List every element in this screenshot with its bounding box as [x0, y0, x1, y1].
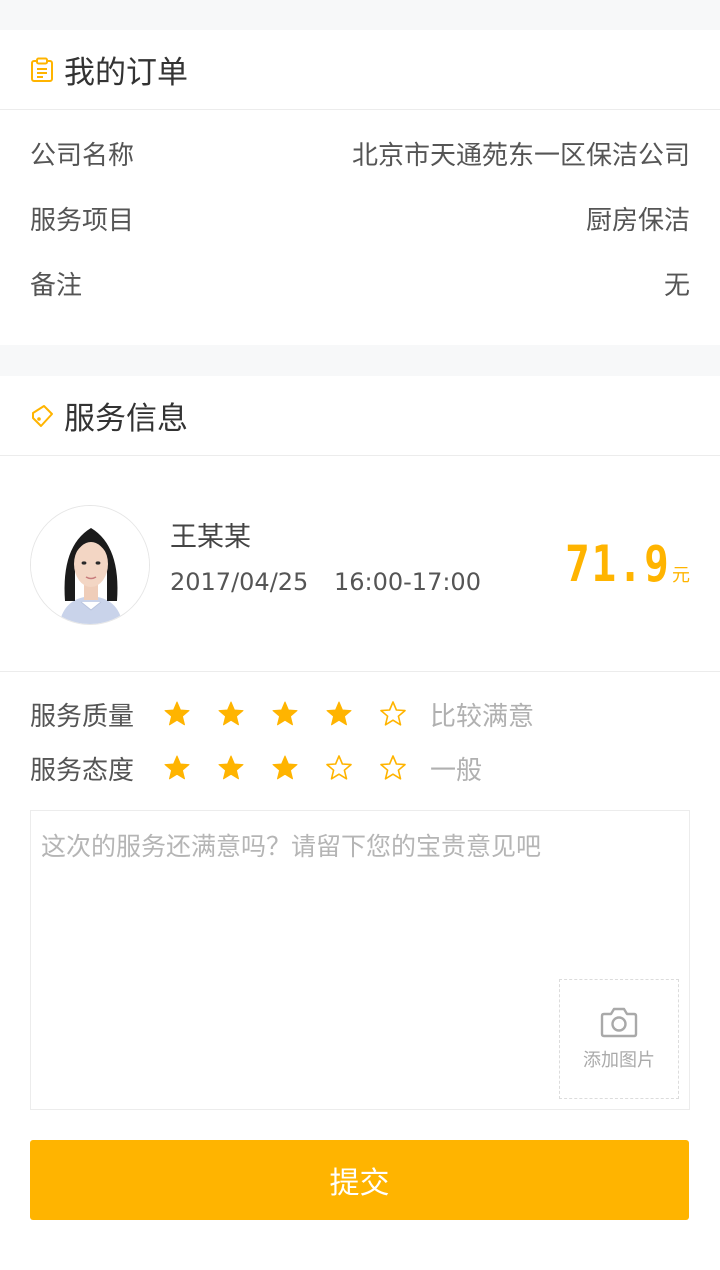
tag-icon [32, 404, 53, 427]
avatar-portrait [31, 506, 149, 624]
order-section: 我的订单 公司名称 北京市天通苑东一区保洁公司 服务项目 厨房保洁 备注 无 [0, 30, 720, 345]
rating-quality-text: 比较满意 [430, 701, 535, 732]
rating-attitude-stars[interactable] [163, 754, 433, 782]
company-label: 公司名称 [30, 140, 135, 171]
star-filled-icon[interactable] [271, 700, 299, 728]
price: 71.9 元 [542, 535, 690, 593]
provider-name: 王某某 [170, 522, 251, 553]
remark-value: 无 [663, 270, 690, 301]
order-row-company: 公司名称 北京市天通苑东一区保洁公司 [30, 133, 690, 173]
service-datetime: 2017/04/25 16:00-17:00 [170, 568, 481, 596]
divider [0, 671, 720, 672]
order-row-service-item: 服务项目 厨房保洁 [30, 198, 690, 238]
rating-attitude-text: 一般 [430, 755, 483, 786]
star-filled-icon[interactable] [217, 754, 245, 782]
star-filled-icon[interactable] [325, 700, 353, 728]
rating-quality: 服务质量 比较满意 [30, 694, 534, 734]
service-header: 服务信息 [0, 376, 720, 456]
service-date: 2017/04/25 [170, 568, 309, 596]
star-filled-icon[interactable] [163, 700, 191, 728]
star-filled-icon[interactable] [163, 754, 191, 782]
camera-icon [600, 1007, 638, 1038]
add-photo-label: 添加图片 [583, 1050, 655, 1071]
order-header: 我的订单 [0, 30, 720, 110]
comment-box: 添加图片 [30, 810, 690, 1110]
star-filled-icon[interactable] [217, 700, 245, 728]
star-empty-icon[interactable] [325, 754, 353, 782]
order-title: 我的订单 [64, 55, 188, 91]
service-time: 16:00-17:00 [333, 568, 481, 596]
service-item-label: 服务项目 [30, 205, 135, 236]
star-filled-icon[interactable] [271, 754, 299, 782]
star-empty-icon[interactable] [379, 700, 407, 728]
remark-label: 备注 [30, 270, 83, 301]
price-value: 71.9 [564, 535, 670, 593]
price-unit: 元 [672, 565, 690, 586]
rating-quality-stars[interactable] [163, 700, 433, 728]
company-value: 北京市天通苑东一区保洁公司 [351, 140, 690, 171]
avatar [30, 505, 150, 625]
submit-button[interactable]: 提交 [30, 1140, 689, 1220]
clipboard-icon [31, 57, 53, 82]
service-title: 服务信息 [64, 401, 188, 437]
star-empty-icon[interactable] [379, 754, 407, 782]
rating-attitude: 服务态度 一般 [30, 748, 482, 788]
rating-attitude-label: 服务态度 [30, 755, 135, 786]
order-row-remark: 备注 无 [30, 263, 690, 303]
service-item-value: 厨房保洁 [585, 205, 690, 236]
add-photo-button[interactable]: 添加图片 [559, 979, 679, 1099]
rating-quality-label: 服务质量 [30, 701, 135, 732]
